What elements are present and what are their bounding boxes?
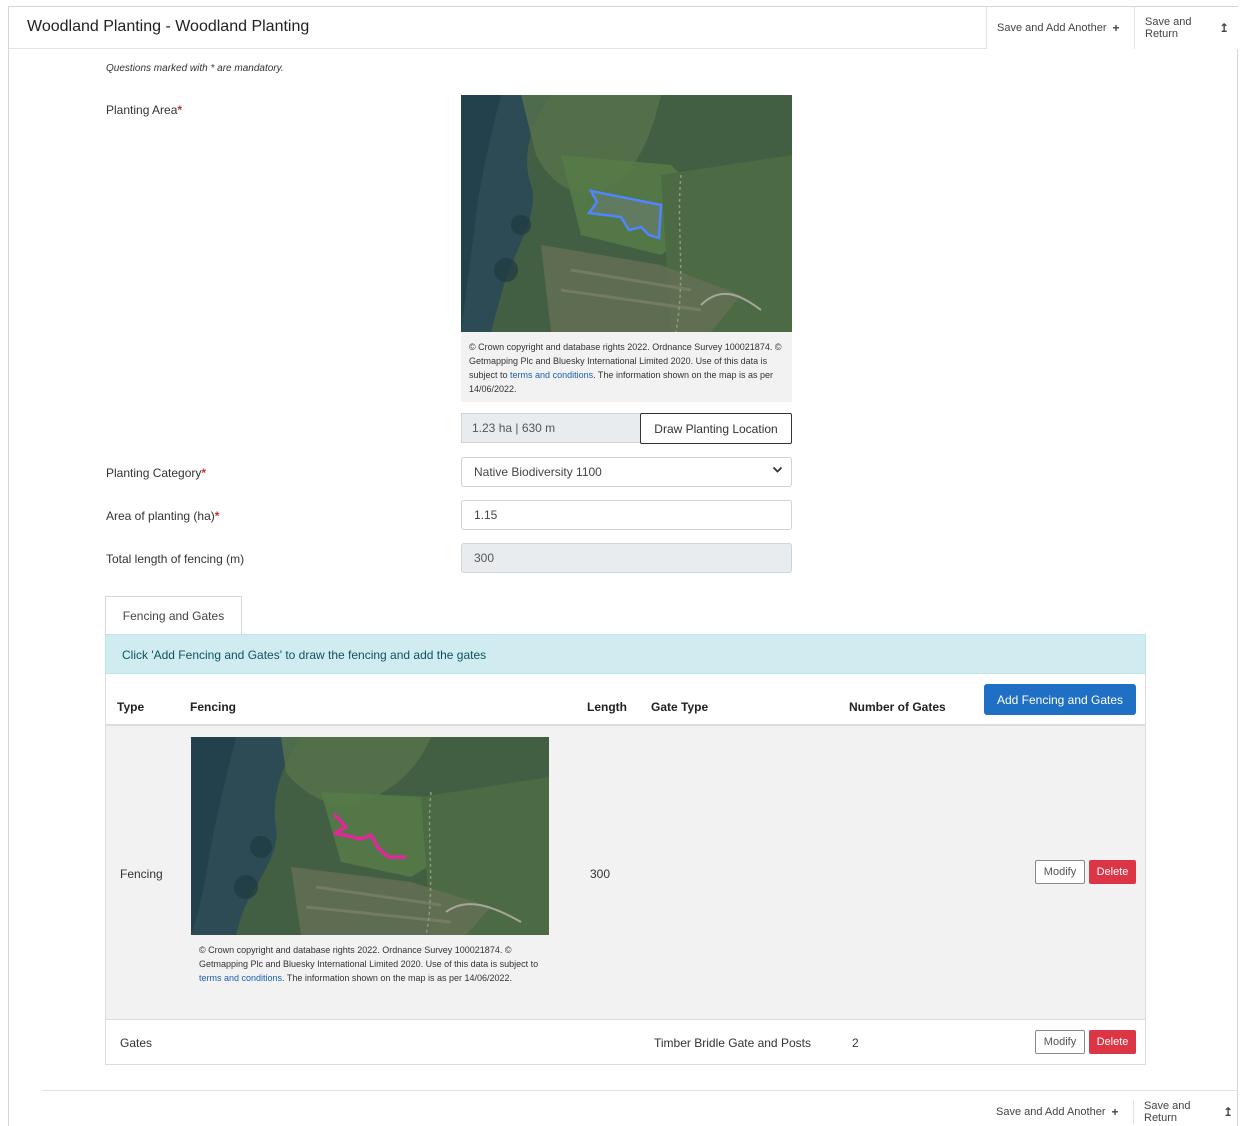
- fencing-length-input: 300: [461, 543, 792, 573]
- planting-category-label: Planting Category*: [106, 466, 206, 480]
- fencing-map[interactable]: [191, 737, 549, 935]
- area-readout: 1.23 ha | 630 m: [461, 413, 641, 443]
- column-header-gate-type: Gate Type: [651, 700, 709, 714]
- planting-category-value: Native Biodiversity 1100: [474, 465, 602, 479]
- modify-fencing-button[interactable]: Modify: [1035, 860, 1085, 884]
- return-icon: ↥: [1218, 21, 1229, 35]
- panel-header: Woodland Planting - Woodland Planting Sa…: [9, 7, 1239, 49]
- planting-area-label: Planting Area*: [106, 103, 182, 117]
- add-fencing-and-gates-button[interactable]: Add Fencing and Gates: [984, 684, 1136, 715]
- table-row: Gates Timber Bridle Gate and Posts 2 Mod…: [106, 1020, 1145, 1064]
- column-header-fencing: Fencing: [190, 700, 237, 714]
- draw-planting-location-button[interactable]: Draw Planting Location: [640, 413, 792, 444]
- row-type: Fencing: [120, 867, 163, 881]
- column-header-number-of-gates: Number of Gates: [849, 700, 946, 714]
- column-header-length: Length: [587, 700, 627, 714]
- tab-fencing-and-gates[interactable]: Fencing and Gates: [105, 596, 242, 635]
- row-type: Gates: [120, 1036, 153, 1050]
- fencing-map-attribution: © Crown copyright and database rights 20…: [191, 935, 549, 1007]
- save-and-return-label: Save and Return: [1145, 16, 1192, 40]
- area-of-planting-input[interactable]: 1.15: [461, 500, 792, 530]
- row-number-of-gates: 2: [852, 1036, 859, 1050]
- fencing-length-label: Total length of fencing (m): [106, 552, 245, 566]
- delete-gates-button[interactable]: Delete: [1089, 1030, 1136, 1054]
- footer-save-and-add-another-button[interactable]: Save and Add Another +: [986, 1100, 1129, 1124]
- plus-icon: +: [1111, 1105, 1119, 1119]
- terms-and-conditions-link[interactable]: terms and conditions: [510, 370, 593, 380]
- planting-category-label-text: Planting Category: [106, 466, 202, 480]
- required-marker: *: [214, 509, 220, 523]
- planting-category-select[interactable]: Native Biodiversity 1100: [461, 457, 792, 487]
- aerial-map-image: [461, 95, 792, 332]
- row-gate-type: Timber Bridle Gate and Posts: [654, 1036, 811, 1050]
- footer-save-and-return-label: Save and Return: [1144, 1100, 1191, 1124]
- save-and-add-another-label: Save and Add Another: [997, 22, 1107, 34]
- aerial-map-image: [191, 737, 549, 935]
- mandatory-note: Questions marked with * are mandatory.: [106, 63, 284, 74]
- delete-fencing-button[interactable]: Delete: [1089, 860, 1136, 884]
- save-and-return-button[interactable]: Save and Return ↥: [1134, 7, 1239, 49]
- map-attribution: © Crown copyright and database rights 20…: [461, 332, 792, 402]
- page-title: Woodland Planting - Woodland Planting: [27, 18, 310, 35]
- planting-area-label-text: Planting Area: [106, 103, 178, 117]
- plus-icon: +: [1112, 21, 1120, 35]
- table-row: Fencing © Crown copyright and database r…: [106, 726, 1145, 1020]
- fencing-map-attribution-text: © Crown copyright and database rights 20…: [199, 945, 539, 969]
- modify-gates-button[interactable]: Modify: [1035, 1030, 1085, 1054]
- area-of-planting-label-text: Area of planting (ha): [106, 509, 215, 523]
- fencing-map-attribution-suffix: . The information shown on the map is as…: [282, 973, 513, 983]
- footer-save-and-return-button[interactable]: Save and Return ↥: [1133, 1100, 1243, 1124]
- footer-divider: [42, 1090, 1238, 1091]
- fencing-table: Type Fencing Length Gate Type Number of …: [105, 674, 1146, 1065]
- area-of-planting-label: Area of planting (ha)*: [106, 509, 219, 523]
- chevron-down-icon: [772, 464, 783, 478]
- required-marker: *: [201, 466, 207, 480]
- footer-save-and-add-another-label: Save and Add Another: [996, 1106, 1106, 1118]
- return-icon: ↥: [1222, 1105, 1233, 1119]
- row-length: 300: [590, 867, 611, 881]
- info-banner: Click 'Add Fencing and Gates' to draw th…: [105, 634, 1146, 674]
- required-marker: *: [177, 103, 183, 117]
- column-header-type: Type: [117, 700, 145, 714]
- save-and-add-another-button[interactable]: Save and Add Another +: [986, 7, 1134, 49]
- planting-area-map[interactable]: [461, 95, 792, 332]
- terms-and-conditions-link[interactable]: terms and conditions: [199, 973, 282, 983]
